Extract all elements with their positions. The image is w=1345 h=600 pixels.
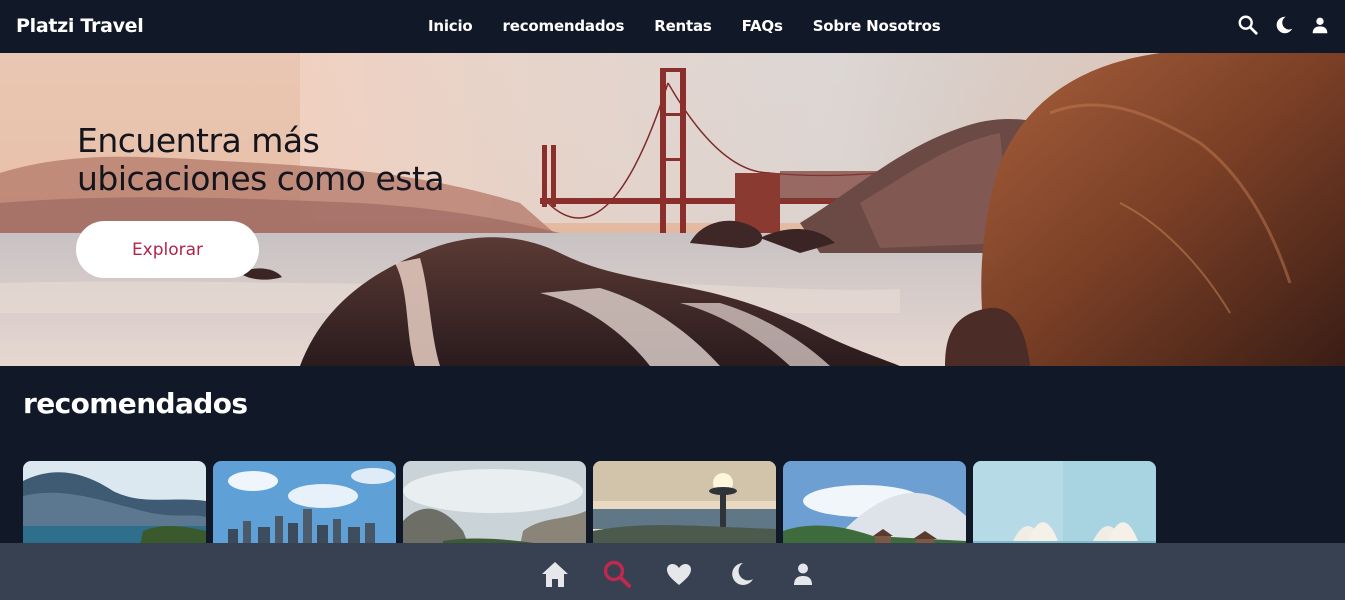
user-icon[interactable] bbox=[1309, 14, 1331, 36]
search-icon[interactable] bbox=[1237, 14, 1259, 36]
explore-button[interactable]: Explorar bbox=[76, 221, 259, 278]
section-title-recomendados: recomendados bbox=[23, 387, 248, 420]
main-nav: Inicio recomendados Rentas FAQs Sobre No… bbox=[428, 17, 970, 35]
nav-link-faqs[interactable]: FAQs bbox=[742, 17, 783, 35]
hero-background-image bbox=[0, 53, 1345, 366]
nav-link-rentas[interactable]: Rentas bbox=[654, 17, 712, 35]
hero-title-line2: ubicaciones como esta bbox=[77, 159, 445, 198]
user-icon[interactable] bbox=[788, 559, 818, 589]
header-actions bbox=[1237, 14, 1331, 36]
hero-title: Encuentra más ubicaciones como esta bbox=[77, 122, 517, 198]
nav-link-recomendados[interactable]: recomendados bbox=[503, 17, 625, 35]
nav-link-inicio[interactable]: Inicio bbox=[428, 17, 473, 35]
bottom-nav bbox=[0, 543, 1345, 600]
moon-icon[interactable] bbox=[726, 559, 756, 589]
bottom-nav-icons bbox=[540, 559, 818, 589]
brand-logo[interactable]: Platzi Travel bbox=[16, 15, 144, 37]
home-icon[interactable] bbox=[540, 559, 570, 589]
nav-link-sobre-nosotros[interactable]: Sobre Nosotros bbox=[813, 17, 941, 35]
moon-icon[interactable] bbox=[1273, 14, 1295, 36]
top-header: Platzi Travel Inicio recomendados Rentas… bbox=[0, 0, 1345, 53]
search-icon[interactable] bbox=[602, 559, 632, 589]
hero-title-line1: Encuentra más bbox=[77, 121, 320, 160]
hero-banner: Encuentra más ubicaciones como esta Expl… bbox=[0, 53, 1345, 366]
heart-icon[interactable] bbox=[664, 559, 694, 589]
